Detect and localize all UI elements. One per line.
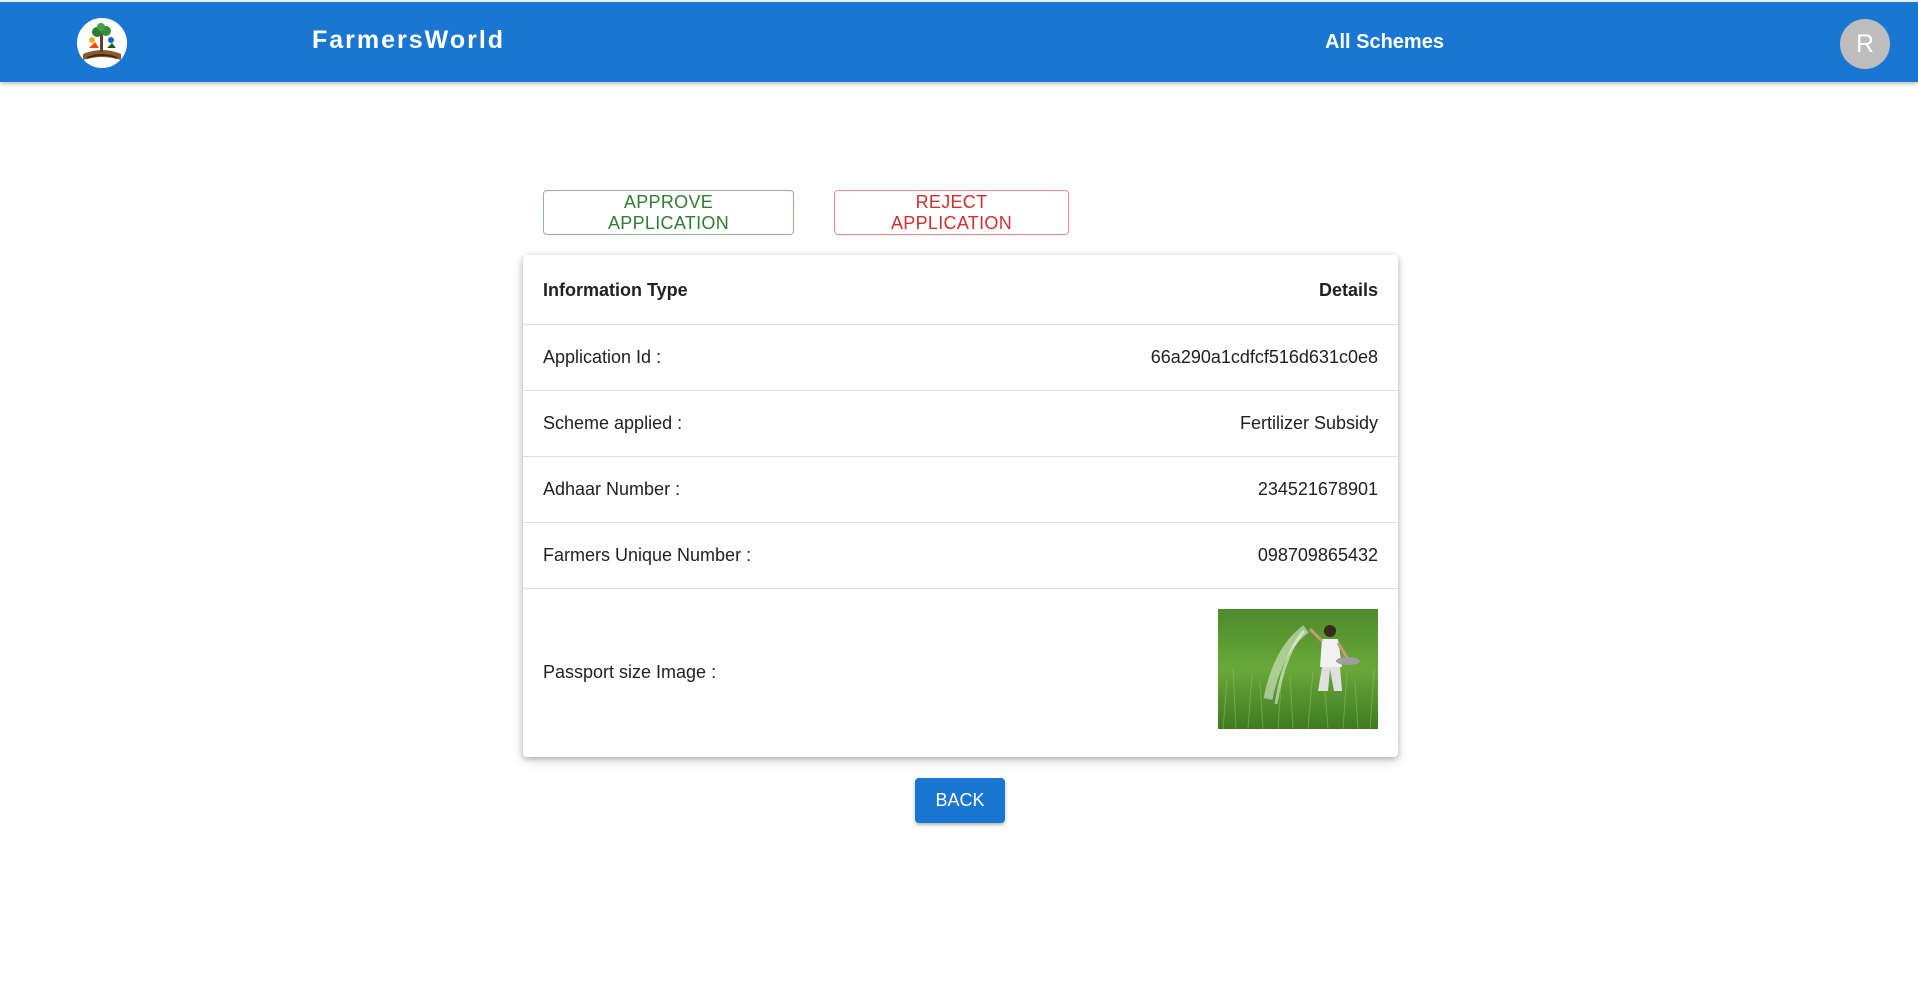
table-row-farmers-unique-number: Farmers Unique Number : 098709865432 — [523, 523, 1398, 589]
column-header-information-type: Information Type — [543, 280, 688, 300]
farmer-logo-icon — [77, 18, 127, 68]
farmer-photo-image — [1218, 609, 1378, 729]
user-avatar[interactable]: R — [1840, 19, 1890, 69]
brand-title[interactable]: FarmersWorld — [312, 26, 505, 55]
row-value: 234521678901 — [1257, 479, 1378, 499]
column-header-details: Details — [1318, 280, 1378, 300]
app-bar: FarmersWorld All Schemes R — [0, 0, 1918, 82]
table-header-row: Information Type Details — [523, 255, 1398, 325]
row-label: Adhaar Number : — [543, 479, 681, 499]
back-button[interactable]: BACK — [915, 778, 1005, 823]
reject-application-button[interactable]: REJECT APPLICATION — [834, 190, 1069, 235]
row-value: Fertilizer Subsidy — [1239, 413, 1378, 433]
table-row-scheme-applied: Scheme applied : Fertilizer Subsidy — [523, 391, 1398, 457]
row-label: Scheme applied : — [543, 413, 683, 433]
farmersworld-logo[interactable] — [77, 18, 127, 68]
row-label: Application Id : — [543, 347, 662, 367]
table-row-adhaar-number: Adhaar Number : 234521678901 — [523, 457, 1398, 523]
row-value: 098709865432 — [1257, 545, 1378, 565]
application-details-card: Information Type Details Application Id … — [523, 255, 1398, 757]
table-row-application-id: Application Id : 66a290a1cdfcf516d631c0e… — [523, 325, 1398, 391]
approve-application-button[interactable]: APPROVE APPLICATION — [543, 190, 794, 235]
nav-all-schemes[interactable]: All Schemes — [1325, 31, 1444, 54]
row-value: 66a290a1cdfcf516d631c0e8 — [1150, 347, 1378, 367]
passport-photo — [1218, 609, 1378, 729]
table-row-passport-image: Passport size Image : — [523, 589, 1398, 757]
row-label: Farmers Unique Number : — [543, 545, 752, 565]
row-label: Passport size Image : — [543, 662, 717, 682]
